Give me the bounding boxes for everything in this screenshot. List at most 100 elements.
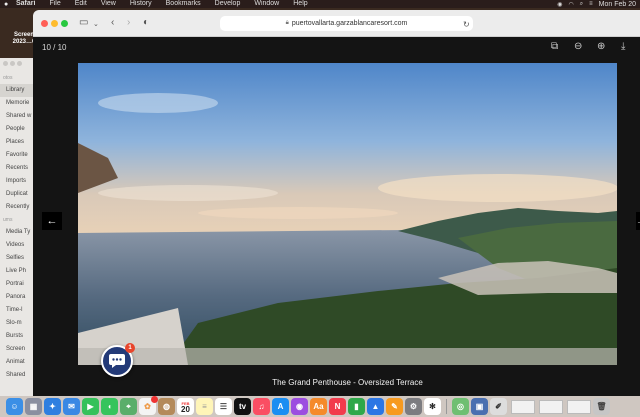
photos-sidebar-item[interactable]: Screen: [0, 343, 33, 356]
dock-system-preferences-icon[interactable]: ⚙: [405, 398, 422, 415]
download-icon[interactable]: ⤓: [621, 42, 625, 52]
gallery-prev-button[interactable]: ←: [42, 212, 62, 230]
dock-window-thumbnail[interactable]: [567, 399, 591, 414]
dock-window-thumbnail[interactable]: [539, 399, 563, 414]
photos-sidebar-item[interactable]: Memorie: [0, 97, 33, 110]
dock-podcasts-icon[interactable]: ◉: [291, 398, 308, 415]
photos-sidebar-item[interactable]: Portrai: [0, 278, 33, 291]
reload-icon[interactable]: ↻: [463, 19, 470, 31]
gallery-next-button[interactable]: →: [636, 212, 640, 230]
close-window-button[interactable]: [41, 20, 48, 27]
dock-finder-icon[interactable]: ☺: [6, 398, 23, 415]
fullscreen-icon[interactable]: ⧉: [551, 42, 558, 52]
dock-app-store-icon[interactable]: A: [272, 398, 289, 415]
dock-reminders-icon[interactable]: ☰: [215, 398, 232, 415]
photos-sidebar-item[interactable]: Recently: [0, 201, 33, 214]
menu-app-name[interactable]: Safari: [16, 0, 35, 8]
dock-mail-icon[interactable]: ✉: [63, 398, 80, 415]
menu-history[interactable]: History: [130, 0, 152, 8]
arrow-left-icon: ←: [46, 215, 58, 227]
photos-sidebar-item[interactable]: Imports: [0, 175, 33, 188]
dock-messenger-icon[interactable]: ◎: [452, 398, 469, 415]
photos-sidebar-item[interactable]: Live Ph: [0, 265, 33, 278]
browser-window: ▭ ⌄ ‹ › ◐ 🔒︎ puertovallarta.garzablancar…: [33, 10, 640, 396]
dock-numbers-icon[interactable]: ▮: [348, 398, 365, 415]
status-icon[interactable]: ◉: [557, 1, 562, 8]
menu-window[interactable]: Window: [254, 0, 279, 8]
dock-keynote-icon[interactable]: ▲: [367, 398, 384, 415]
zoom-window-button[interactable]: [61, 20, 68, 27]
dock-photos-icon[interactable]: ✿: [139, 396, 158, 415]
dock-window-thumbnail[interactable]: [511, 399, 535, 414]
menu-view[interactable]: View: [101, 0, 116, 8]
dock-news-icon[interactable]: N: [329, 398, 346, 415]
menubar-clock[interactable]: Mon Feb 20: [599, 1, 636, 8]
zoom-in-icon[interactable]: ⊕: [597, 42, 605, 52]
shield-icon[interactable]: ◐: [143, 17, 149, 29]
wifi-icon[interactable]: ◠: [569, 1, 574, 8]
menu-edit[interactable]: Edit: [75, 0, 87, 8]
search-icon[interactable]: ⌕: [580, 1, 583, 8]
menu-bookmarks[interactable]: Bookmarks: [166, 0, 201, 8]
chevron-right-icon[interactable]: ›: [127, 17, 130, 29]
dock-facetime-icon[interactable]: ▶: [82, 398, 99, 415]
photos-sidebar-item[interactable]: Duplicat: [0, 188, 33, 201]
photos-sidebar-item[interactable]: Places: [0, 136, 33, 149]
dock-launchpad-icon[interactable]: ▦: [25, 398, 42, 415]
photos-sidebar-item[interactable]: Favorite: [0, 149, 33, 162]
gallery-counter: 10 / 10: [42, 43, 67, 52]
dock-tv-icon[interactable]: tv: [234, 398, 251, 415]
dock-contacts-icon[interactable]: ◍: [158, 398, 175, 415]
albums-section-header: ums: [3, 217, 13, 223]
chat-bubble-icon: [109, 354, 125, 368]
minimize-window-button[interactable]: [51, 20, 58, 27]
photos-sidebar-item[interactable]: Library: [0, 84, 33, 97]
gallery-photo: [78, 63, 617, 365]
photos-bottom-list: Media Ty Videos Selfies Live Ph Portrai Panor…: [0, 226, 33, 382]
dock-trash-icon[interactable]: 🗑︎: [593, 398, 610, 415]
chevron-left-icon[interactable]: ‹: [111, 17, 114, 29]
browser-toolbar: ▭ ⌄ ‹ › ◐ 🔒︎ puertovallarta.garzablancar…: [33, 10, 640, 37]
dock-messages-icon[interactable]: ◖: [101, 398, 118, 415]
arrow-right-icon: →: [636, 216, 640, 226]
dock-separator: [446, 399, 447, 414]
photos-sidebar-item[interactable]: People: [0, 123, 33, 136]
menubar-status-area: ◉ ◠ ⌕ ≡ Mon Feb 20: [557, 1, 636, 8]
photos-sidebar-item[interactable]: Animat: [0, 356, 33, 369]
photos-sidebar-item[interactable]: Videos: [0, 239, 33, 252]
sidebar-icon[interactable]: ▭: [79, 17, 88, 29]
dock-maps-icon[interactable]: ⌖: [120, 398, 137, 415]
photos-top-list: Library Memorie Shared w People Places Favori…: [0, 84, 33, 214]
apple-menu-icon[interactable]: ●: [4, 1, 10, 8]
photos-sidebar-item[interactable]: Recents: [0, 162, 33, 175]
dock-pages-icon[interactable]: ✎: [386, 398, 403, 415]
address-bar[interactable]: 🔒︎ puertovallarta.garzablancaresort.com: [220, 16, 473, 31]
dock-books-icon[interactable]: Aa: [310, 398, 327, 415]
photos-sidebar-item[interactable]: Media Ty: [0, 226, 33, 239]
dock-textedit-icon[interactable]: ✐: [490, 398, 507, 415]
photos-sidebar-item[interactable]: Panora: [0, 291, 33, 304]
chevron-down-icon[interactable]: ⌄: [93, 19, 99, 31]
photos-sidebar-item[interactable]: Shared: [0, 369, 33, 382]
photos-sidebar-item[interactable]: Time-l: [0, 304, 33, 317]
menu-bar: ● Safari File Edit View History Bookmark…: [0, 0, 640, 8]
gallery-caption: The Grand Penthouse - Oversized Terrace: [272, 378, 423, 387]
menu-file[interactable]: File: [49, 0, 60, 8]
menu-develop[interactable]: Develop: [215, 0, 241, 8]
photos-sidebar-item[interactable]: Bursts: [0, 330, 33, 343]
dock-calendar-icon[interactable]: FEB 20: [177, 398, 194, 415]
dock: ☺ ▦ ✦ ✉ ▶ ◖ ⌖ ✿ ◍ FEB 20 ≡ ☰ tv ♫ A ◉ Aa…: [0, 396, 640, 417]
dock-preview-icon[interactable]: ▣: [471, 398, 488, 415]
control-center-icon[interactable]: ≡: [589, 1, 593, 7]
dock-safari-icon[interactable]: ✦: [44, 398, 61, 415]
menu-help[interactable]: Help: [293, 0, 307, 8]
zoom-out-icon[interactable]: ⊖: [574, 42, 582, 52]
chat-notification-badge: 1: [125, 343, 135, 353]
dock-notes-icon[interactable]: ≡: [196, 398, 213, 415]
photos-sidebar-item[interactable]: Selfies: [0, 252, 33, 265]
photos-sidebar-item[interactable]: Shared w: [0, 110, 33, 123]
dock-chatgpt-icon[interactable]: ✻: [424, 398, 441, 415]
photos-section-header: otos: [3, 75, 13, 81]
dock-music-icon[interactable]: ♫: [253, 398, 270, 415]
photos-sidebar-item[interactable]: Slo-m: [0, 317, 33, 330]
